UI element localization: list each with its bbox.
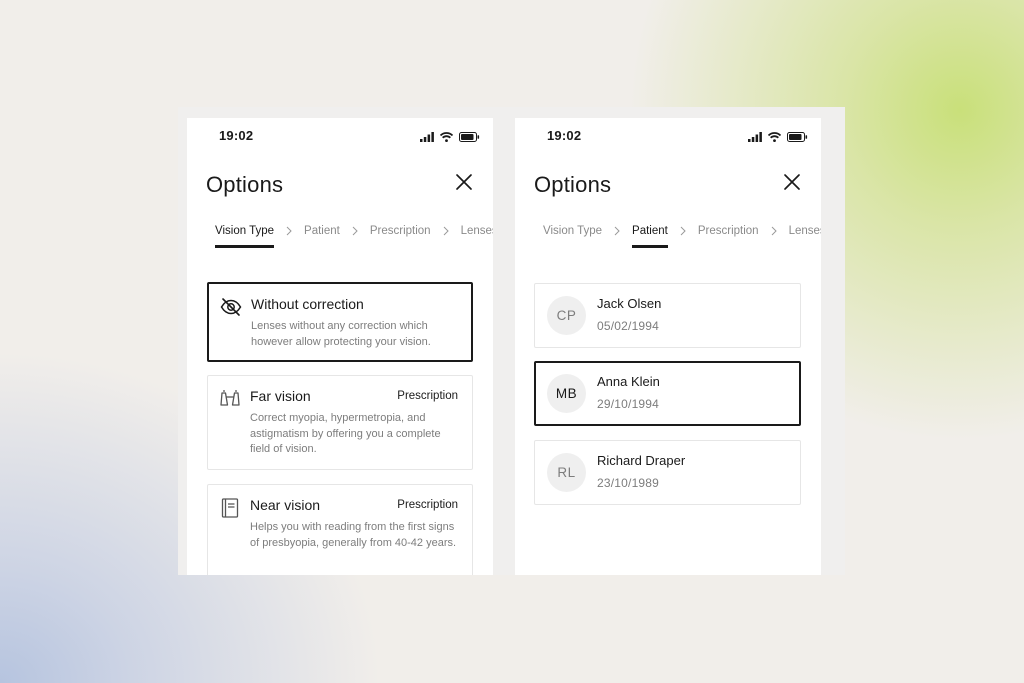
chevron-right-icon	[443, 226, 449, 236]
battery-icon	[787, 132, 808, 142]
patient-name: Jack Olsen	[597, 296, 662, 311]
step-prescription[interactable]: Prescription	[698, 225, 759, 237]
chevron-right-icon	[352, 226, 358, 236]
step-prescription[interactable]: Prescription	[370, 225, 431, 237]
patient-name: Richard Draper	[597, 453, 686, 468]
status-time: 19:02	[547, 128, 582, 143]
option-title: Without correction	[251, 296, 364, 312]
page-title: Options	[534, 172, 612, 197]
binoculars-icon	[219, 388, 241, 410]
avatar: MB	[547, 374, 586, 413]
vision-option-without-correction[interactable]: Without correction Lenses without any co…	[207, 282, 473, 362]
signal-icon	[748, 132, 762, 142]
step-lenses[interactable]: Lenses	[789, 225, 821, 237]
close-icon	[455, 173, 475, 191]
patient-card-anna-klein[interactable]: MB Anna Klein 29/10/1994	[534, 361, 801, 426]
step-vision-type[interactable]: Vision Type	[215, 225, 275, 248]
prescription-tag: Prescription	[397, 499, 458, 511]
page-title: Options	[206, 172, 284, 197]
signal-icon	[420, 132, 434, 142]
option-title: Far vision	[250, 388, 311, 404]
chevron-right-icon	[771, 226, 777, 236]
close-button[interactable]	[455, 173, 475, 193]
chevron-right-icon	[286, 226, 292, 236]
patient-birthdate: 29/10/1994	[597, 397, 660, 411]
eye-slash-icon	[220, 296, 242, 318]
step-lenses[interactable]: Lenses	[461, 225, 493, 237]
option-description: Correct myopia, hypermetropia, and astig…	[250, 412, 441, 455]
battery-icon	[459, 132, 480, 142]
step-breadcrumb: Vision Type Patient Prescription Lenses	[543, 221, 821, 248]
step-patient[interactable]: Patient	[632, 225, 668, 248]
status-bar: 19:02	[187, 118, 493, 158]
wifi-icon	[440, 132, 453, 142]
mockup-board: 19:02 Options Vision Type Patient Prescr…	[178, 107, 845, 575]
step-vision-type[interactable]: Vision Type	[543, 225, 602, 237]
status-time: 19:02	[219, 128, 254, 143]
patient-birthdate: 23/10/1989	[597, 476, 660, 490]
chevron-right-icon	[680, 226, 686, 236]
chevron-right-icon	[614, 226, 620, 236]
status-icons	[748, 131, 808, 143]
patient-birthdate: 05/02/1994	[597, 319, 660, 333]
patient-card-richard-draper[interactable]: RL Richard Draper 23/10/1989	[534, 440, 801, 505]
vision-option-near-vision[interactable]: Near vision Prescription Helps you with …	[207, 484, 473, 575]
phone-screen-patient: 19:02 Options Vision Type Patient Prescr…	[515, 118, 821, 575]
phone-screen-vision-type: 19:02 Options Vision Type Patient Prescr…	[187, 118, 493, 575]
patient-card-jack-olsen[interactable]: CP Jack Olsen 05/02/1994	[534, 283, 801, 348]
status-bar: 19:02	[515, 118, 821, 158]
close-icon	[783, 173, 803, 191]
prescription-tag: Prescription	[397, 390, 458, 402]
patient-name: Anna Klein	[597, 374, 660, 389]
wifi-icon	[768, 132, 781, 142]
vision-option-far-vision[interactable]: Far vision Prescription Correct myopia, …	[207, 375, 473, 470]
step-breadcrumb: Vision Type Patient Prescription Lenses	[215, 221, 493, 248]
status-icons	[420, 131, 480, 143]
option-description: Lenses without any correction which howe…	[251, 320, 431, 348]
option-description: Helps you with reading from the first si…	[250, 521, 457, 549]
close-button[interactable]	[783, 173, 803, 193]
avatar: CP	[547, 296, 586, 335]
book-icon	[219, 497, 241, 519]
avatar: RL	[547, 453, 586, 492]
option-title: Near vision	[250, 497, 321, 513]
step-patient[interactable]: Patient	[304, 225, 340, 237]
